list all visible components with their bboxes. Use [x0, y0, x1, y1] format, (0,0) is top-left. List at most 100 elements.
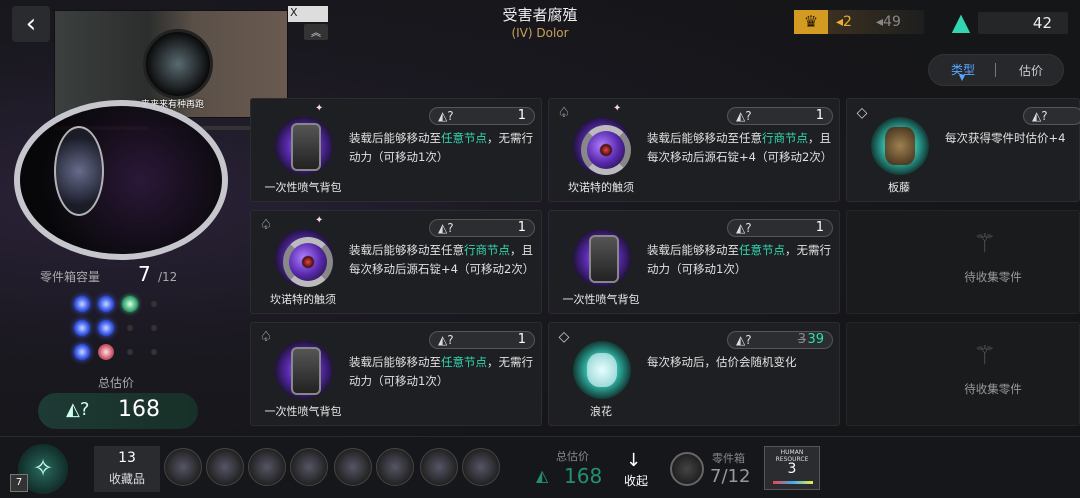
capacity-max: /12	[158, 270, 178, 284]
part-name: 一次性喷气背包	[264, 181, 342, 194]
collectible-slot[interactable]	[462, 448, 500, 486]
capacity-label: 零件箱容量	[40, 270, 101, 284]
chevron-left-icon: ‹	[25, 9, 37, 39]
part-card[interactable]: ✦ 一次性喷气背包 ◭? 1 装载后能够移动至任意节点，无需行动力（可移动1次）	[250, 98, 542, 202]
gold-b: ◂49	[876, 14, 901, 30]
part-desc: 装载后能够移动至任意节点，无需行动力（可移动1次）	[349, 355, 533, 388]
appraisal-icon: ◭?	[438, 221, 454, 235]
collapse-button[interactable]: ↓ 收起	[612, 450, 662, 492]
part-price: ◭? 1	[429, 107, 535, 125]
part-desc: 装载后能够移动至任意节点，无需行动力（可移动1次）	[647, 243, 831, 276]
relic-orb	[14, 100, 228, 260]
part-price: ◭? 1	[727, 219, 833, 237]
gold-a: ◂2	[836, 14, 852, 30]
bottom-estimate-label: 总估价	[556, 450, 589, 463]
collectible-slot[interactable]	[376, 448, 414, 486]
empty-part-slot: ⚚ 待收集零件	[846, 210, 1080, 314]
wave-icon	[573, 341, 631, 399]
gold-resource: ♛ ◂2 ◂49	[794, 10, 924, 34]
human-resource-button[interactable]: HUMAN RESOURCE 3	[764, 446, 820, 490]
collectible-slot[interactable]	[206, 448, 244, 486]
slot-dot	[151, 325, 157, 331]
part-desc: 装载后能够移动至任意节点，无需行动力（可移动1次）	[349, 131, 533, 164]
video-close-button[interactable]: X	[288, 6, 328, 22]
slot-dot	[122, 296, 138, 312]
slot-dot	[127, 325, 133, 331]
part-price: ◭? 1	[727, 107, 833, 125]
bottom-capacity-label: 零件箱	[712, 452, 745, 465]
branch-icon: ⚚	[973, 229, 997, 259]
empty-slot-label: 待收集零件	[964, 382, 1022, 396]
appraisal-icon: ◭?	[736, 109, 752, 123]
slot-dot	[74, 344, 90, 360]
empty-part-slot: ⚚ 待收集零件	[846, 322, 1080, 426]
sort-toggle[interactable]: 类型 ▼ 估价	[928, 54, 1064, 86]
crown-shield-icon: ♛	[794, 10, 828, 34]
orb-icon	[670, 452, 704, 486]
jetpack-icon	[275, 341, 333, 399]
bottom-estimate-value: 168	[564, 464, 603, 488]
slot-dot	[74, 296, 90, 312]
collectible-slot[interactable]	[164, 448, 202, 486]
capacity-slots	[74, 296, 164, 366]
collection-label: 收藏品	[108, 472, 145, 486]
collapse-label: 收起	[624, 474, 649, 488]
part-desc: 装载后能够移动至任意行商节点，且每次移动后源石锭+4（可移动2次）	[647, 131, 833, 164]
tentacle-icon	[275, 229, 333, 287]
part-desc: 每次移动后，估价会随机变化	[647, 355, 797, 369]
arrow-down-icon: ↓	[626, 450, 642, 471]
slot-dot	[151, 301, 157, 307]
part-name: 浪花	[590, 405, 612, 418]
collection-button[interactable]: 13 收藏品	[94, 446, 160, 492]
part-card[interactable]: ♤ ✦ 坎诺特的触须 ◭? 1 装载后能够移动至任意行商节点，且每次移动后源石锭+…	[548, 98, 840, 202]
page-title: 受害者腐殖	[502, 6, 578, 24]
collectible-slot[interactable]	[248, 448, 286, 486]
jetpack-icon	[573, 229, 631, 287]
video-scope	[143, 29, 213, 99]
collectible-slot[interactable]	[334, 448, 372, 486]
rarity-badge-icon: ♤	[259, 217, 273, 233]
part-desc: 装载后能够移动至任意行商节点，且每次移动后源石锭+4（可移动2次）	[349, 243, 535, 276]
part-card[interactable]: ◇ 浪花 ◭? 3 39 每次移动后，估价会随机变化	[548, 322, 840, 426]
slot-dot	[151, 349, 157, 355]
slot-dot	[98, 344, 114, 360]
video-expand-button[interactable]: ︽	[304, 24, 328, 40]
estimate-label: 总估价	[98, 376, 135, 390]
part-card[interactable]: ◇ 板藤 ◭? 每次获得零件时估价+4	[846, 98, 1080, 202]
appraisal-icon: ◭	[536, 466, 549, 485]
part-name: 板藤	[888, 181, 910, 194]
level-badge: 7	[10, 474, 28, 492]
crystal-value: 42	[1032, 14, 1052, 32]
part-name: 坎诺特的触须	[568, 181, 634, 194]
back-button[interactable]: ‹	[12, 6, 50, 42]
estimate-value: 168	[118, 397, 160, 422]
rarity-badge-icon: ♤	[259, 329, 273, 345]
human-resource-value: 3	[787, 461, 797, 477]
appraisal-icon: ◭?	[438, 109, 454, 123]
appraisal-icon: ◭?	[736, 221, 752, 235]
page-subtitle: (IV) Dolor	[511, 26, 569, 40]
collection-count: 13	[118, 450, 136, 466]
slot-dot	[127, 349, 133, 355]
rarity-badge-icon: ♤	[557, 105, 571, 121]
part-desc: 每次获得零件时估价+4	[945, 131, 1066, 145]
collectible-slot[interactable]	[290, 448, 328, 486]
part-card[interactable]: ♤ 一次性喷气背包 ◭? 1 装载后能够移动至任意节点，无需行动力（可移动1次）	[250, 322, 542, 426]
sort-by-value[interactable]: 估价	[1019, 62, 1043, 79]
estimate-box: ◭? 168	[38, 393, 198, 429]
appraisal-icon: ◭?	[1032, 109, 1048, 123]
collectible-slot[interactable]	[420, 448, 458, 486]
slot-dot	[98, 320, 114, 336]
part-price: ◭? 1	[429, 219, 535, 237]
appraisal-icon: ◭?	[438, 333, 454, 347]
appraisal-icon: ◭?	[736, 333, 752, 347]
part-price: ◭? 3 39	[727, 331, 833, 349]
empty-slot-label: 待收集零件	[964, 270, 1022, 284]
appraisal-icon: ◭?	[66, 399, 90, 420]
part-card[interactable]: ♤ ✦ 坎诺特的触须 ◭? 1 装载后能够移动至任意行商节点，且每次移动后源石锭+…	[250, 210, 542, 314]
jetpack-icon	[275, 117, 333, 175]
slot-dot	[74, 320, 90, 336]
part-name: 坎诺特的触须	[270, 293, 336, 306]
vine-icon	[871, 117, 929, 175]
part-card[interactable]: 一次性喷气背包 ◭? 1 装载后能够移动至任意节点，无需行动力（可移动1次）	[548, 210, 840, 314]
